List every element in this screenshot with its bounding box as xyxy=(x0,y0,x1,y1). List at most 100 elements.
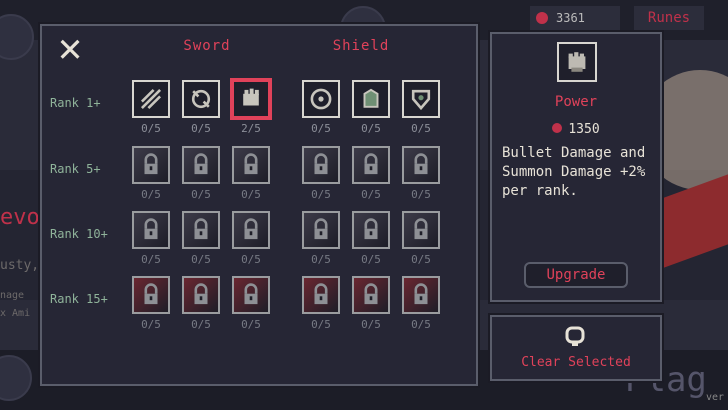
lock-icon xyxy=(308,152,334,178)
rune-level-count: 0/5 xyxy=(311,318,331,331)
currency-display: 3361 xyxy=(530,6,620,30)
rune-level-count: 0/5 xyxy=(141,318,161,331)
rune-name: Power xyxy=(554,94,598,110)
rune-slot[interactable] xyxy=(302,80,340,118)
rune-level-count: 0/5 xyxy=(311,253,331,266)
locked-rune-slot[interactable] xyxy=(302,276,340,314)
rune-level-count: 0/5 xyxy=(361,188,381,201)
rank-label: Rank 15+ xyxy=(50,292,108,306)
lock-icon xyxy=(138,152,164,178)
close-button[interactable]: ✕ xyxy=(52,28,88,68)
soul-gem-icon xyxy=(552,123,563,133)
currency-value: 3361 xyxy=(556,11,585,25)
lock-icon xyxy=(358,152,384,178)
rune-slot[interactable] xyxy=(402,80,440,118)
lock-icon xyxy=(358,282,384,308)
rune-level-count: 0/5 xyxy=(311,122,331,135)
rune-level-count: 0/5 xyxy=(241,188,261,201)
locked-rune-slot[interactable] xyxy=(182,211,220,249)
rune-level-count: 0/5 xyxy=(241,318,261,331)
rune-level-count: 0/5 xyxy=(361,253,381,266)
rune-level-count: 0/5 xyxy=(241,253,261,266)
background-text: x Ami xyxy=(0,308,31,319)
rank-label: Rank 5+ xyxy=(50,162,101,176)
lock-icon xyxy=(188,282,214,308)
rune-level-count: 0/5 xyxy=(191,253,211,266)
rank-label: Rank 1+ xyxy=(50,96,101,110)
soul-gem-icon xyxy=(536,12,548,24)
vortex-rune-icon xyxy=(188,86,214,112)
locked-rune-slot[interactable] xyxy=(182,276,220,314)
lock-icon xyxy=(308,217,334,243)
rune-level-count: 0/5 xyxy=(411,253,431,266)
rune-level-count: 0/5 xyxy=(191,318,211,331)
rune-level-count: 0/5 xyxy=(141,253,161,266)
rune-slot[interactable] xyxy=(132,80,170,118)
rune-slot[interactable] xyxy=(232,80,270,118)
lock-icon xyxy=(138,282,164,308)
upgrade-button[interactable]: Upgrade xyxy=(524,262,628,288)
locked-rune-slot[interactable] xyxy=(232,146,270,184)
clear-selected-label: Clear Selected xyxy=(521,355,631,370)
lock-icon xyxy=(238,217,264,243)
rune-level-count: 0/5 xyxy=(191,122,211,135)
rune-cost: 1350 xyxy=(492,122,660,137)
rune-level-count: 0/5 xyxy=(411,188,431,201)
gauntlet-rune-icon xyxy=(358,86,384,112)
rune-level-count: 0/5 xyxy=(361,122,381,135)
lock-icon xyxy=(138,217,164,243)
rune-slot[interactable] xyxy=(352,80,390,118)
lock-icon xyxy=(358,217,384,243)
rune-cost-value: 1350 xyxy=(568,122,600,137)
clear-selected-button[interactable]: Clear Selected xyxy=(490,315,662,381)
background-text: usty, xyxy=(0,258,40,273)
lock-icon xyxy=(308,282,334,308)
rune-level-count: 2/5 xyxy=(241,122,261,135)
locked-rune-slot[interactable] xyxy=(302,146,340,184)
lock-icon xyxy=(188,152,214,178)
locked-rune-slot[interactable] xyxy=(132,211,170,249)
lock-icon xyxy=(188,217,214,243)
rune-level-count: 0/5 xyxy=(411,318,431,331)
locked-rune-slot[interactable] xyxy=(232,276,270,314)
locked-rune-slot[interactable] xyxy=(352,211,390,249)
rune-slot[interactable] xyxy=(182,80,220,118)
locked-rune-slot[interactable] xyxy=(132,146,170,184)
rune-level-count: 0/5 xyxy=(311,188,331,201)
lock-icon xyxy=(238,152,264,178)
column-header-shield: Shield xyxy=(332,38,390,54)
background-text: nage xyxy=(0,290,25,301)
rune-panel: ✕ Sword Shield Rank 1+ Rank 5+ Rank 10+ … xyxy=(40,24,478,386)
rune-level-count: 0/5 xyxy=(191,188,211,201)
rune-level-count: 0/5 xyxy=(361,318,381,331)
fist-icon xyxy=(238,86,264,112)
locked-rune-slot[interactable] xyxy=(352,146,390,184)
locked-rune-slot[interactable] xyxy=(302,211,340,249)
clear-icon xyxy=(565,326,585,346)
rune-level-count: 0/5 xyxy=(141,122,161,135)
rune-detail-panel: Power 1350 Bullet Damage and Summon Dama… xyxy=(490,32,662,302)
shield-rune-icon xyxy=(408,86,434,112)
rune-description: Bullet Damage and Summon Damage +2% per … xyxy=(502,145,646,199)
locked-rune-slot[interactable] xyxy=(232,211,270,249)
lock-icon xyxy=(408,282,434,308)
lock-icon xyxy=(408,152,434,178)
lock-icon xyxy=(408,217,434,243)
fist-icon xyxy=(557,42,597,82)
locked-rune-slot[interactable] xyxy=(402,211,440,249)
tab-runes[interactable]: Runes xyxy=(634,6,704,30)
slash-rune-icon xyxy=(138,86,164,112)
locked-rune-slot[interactable] xyxy=(182,146,220,184)
locked-rune-slot[interactable] xyxy=(352,276,390,314)
rank-label: Rank 10+ xyxy=(50,227,108,241)
locked-rune-slot[interactable] xyxy=(402,146,440,184)
lock-icon xyxy=(238,282,264,308)
orb-rune-icon xyxy=(308,86,334,112)
rune-level-count: 0/5 xyxy=(411,122,431,135)
column-header-sword: Sword xyxy=(183,38,231,54)
locked-rune-slot[interactable] xyxy=(132,276,170,314)
locked-rune-slot[interactable] xyxy=(402,276,440,314)
version-label: ver xyxy=(706,392,725,403)
background-title: evo xyxy=(0,205,40,230)
rune-level-count: 0/5 xyxy=(141,188,161,201)
